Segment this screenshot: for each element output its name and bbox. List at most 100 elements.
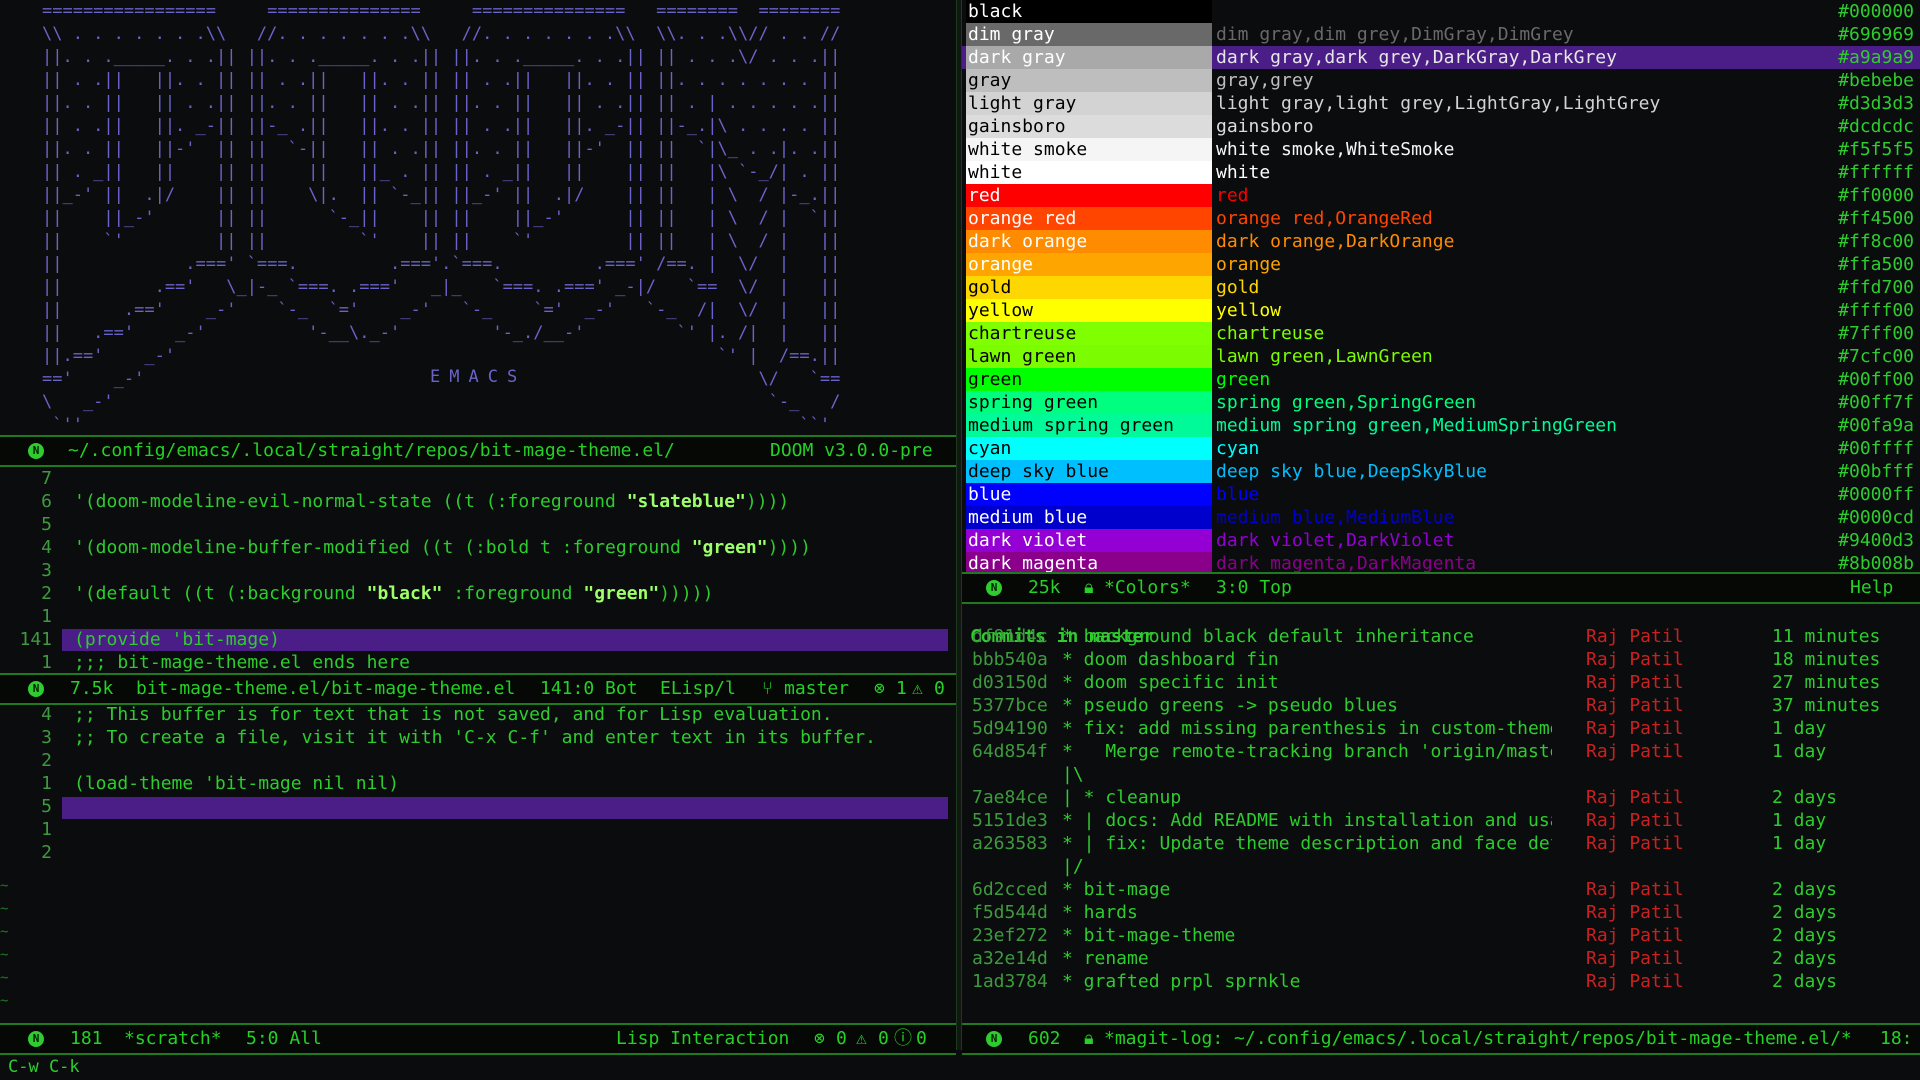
- color-swatch[interactable]: gainsboro: [966, 115, 1212, 138]
- commit-row[interactable]: 7ae84ce | * cleanup Raj Patil 2 days: [962, 786, 1920, 809]
- color-row[interactable]: gold gold #ffd700: [962, 276, 1920, 299]
- color-row[interactable]: yellow yellow #ffff00: [962, 299, 1920, 322]
- color-row[interactable]: cyan cyan #00ffff: [962, 437, 1920, 460]
- modeline-major-mode[interactable]: ELisp/l: [660, 675, 736, 703]
- color-row[interactable]: deep sky blue deep sky blue,DeepSkyBlue #0…: [962, 460, 1920, 483]
- color-row[interactable]: white smoke white smoke,WhiteSmoke #f5f5f5: [962, 138, 1920, 161]
- code-line[interactable]: 5: [0, 513, 956, 536]
- commit-row[interactable]: 64d854f * Merge remote-tracking branch 'o…: [962, 740, 1920, 763]
- magit-modeline[interactable]: N 602 🔒︎ *magit-log: ~/.config/emacs/.lo…: [962, 1023, 1920, 1055]
- commit-row[interactable]: 5d94190 * fix: add missing parenthesis in…: [962, 717, 1920, 740]
- color-row[interactable]: green green #00ff00: [962, 368, 1920, 391]
- code-line[interactable]: 5: [0, 795, 956, 818]
- color-row[interactable]: light gray light gray,light grey,LightGra…: [962, 92, 1920, 115]
- code-line[interactable]: 2 '(default ((t (:background "black" :for…: [0, 582, 956, 605]
- code-line[interactable]: 7: [0, 467, 956, 490]
- modeline-branch[interactable]: master: [784, 675, 849, 703]
- color-swatch[interactable]: red: [966, 184, 1212, 207]
- color-row[interactable]: orange red orange red,OrangeRed #ff4500: [962, 207, 1920, 230]
- color-swatch[interactable]: lawn green: [966, 345, 1212, 368]
- modeline-major-mode[interactable]: Lisp Interaction: [616, 1025, 789, 1053]
- color-swatch[interactable]: yellow: [966, 299, 1212, 322]
- color-swatch[interactable]: green: [966, 368, 1212, 391]
- commit-row[interactable]: df91d4c * background black default inheri…: [962, 625, 1920, 648]
- magit-log-pane[interactable]: Commits in master df91d4c * background bl…: [962, 602, 1920, 1023]
- color-row[interactable]: spring green spring green,SpringGreen #00f…: [962, 391, 1920, 414]
- commit-row[interactable]: bbb540a * doom dashboard fin Raj Patil 18 m…: [962, 648, 1920, 671]
- commit-row[interactable]: 6d2cced * bit-mage Raj Patil 2 days: [962, 878, 1920, 901]
- color-swatch[interactable]: light gray: [966, 92, 1212, 115]
- color-swatch[interactable]: white smoke: [966, 138, 1212, 161]
- color-swatch[interactable]: spring green: [966, 391, 1212, 414]
- color-swatch[interactable]: medium blue: [966, 506, 1212, 529]
- commit-row[interactable]: a32e14d * rename Raj Patil 2 days: [962, 947, 1920, 970]
- scratch-pane[interactable]: 4 ;; This buffer is for text that is not …: [0, 703, 956, 1023]
- color-swatch[interactable]: orange: [966, 253, 1212, 276]
- colors-pane[interactable]: black #000000 dim gray dim gray,dim grey,Di…: [962, 0, 1920, 572]
- color-row[interactable]: dark orange dark orange,DarkOrange #ff8c00: [962, 230, 1920, 253]
- dashboard-modeline[interactable]: N ~/.config/emacs/.local/straight/repos/…: [0, 435, 956, 467]
- modeline-info[interactable]: 0: [916, 1025, 927, 1053]
- code-line[interactable]: 2: [0, 841, 956, 864]
- color-row[interactable]: orange orange #ffa500: [962, 253, 1920, 276]
- code-line[interactable]: 1 ;;; bit-mage-theme.el ends here: [0, 651, 956, 673]
- code-line[interactable]: 1: [0, 605, 956, 628]
- scratch-modeline[interactable]: N 181 *scratch* 5:0 All Lisp Interaction…: [0, 1023, 956, 1055]
- commit-row[interactable]: 1ad3784 * grafted prpl sprnkle Raj Patil 2 …: [962, 970, 1920, 993]
- color-swatch[interactable]: deep sky blue: [966, 460, 1212, 483]
- colors-modeline[interactable]: N 25k 🔒︎ *Colors* 3:0 Top Help: [962, 572, 1920, 604]
- commit-row[interactable]: 5151de3 * | docs: Add README with install…: [962, 809, 1920, 832]
- color-row[interactable]: gray gray,grey #bebebe: [962, 69, 1920, 92]
- color-row[interactable]: dark gray dark gray,dark grey,DarkGray,Da…: [962, 46, 1920, 69]
- color-swatch[interactable]: black: [966, 0, 1212, 23]
- code-line[interactable]: 141 (provide 'bit-mage): [0, 628, 956, 651]
- code-line[interactable]: 2: [0, 749, 956, 772]
- commit-row[interactable]: |/: [962, 855, 1920, 878]
- modeline-errors[interactable]: 1: [896, 675, 907, 703]
- color-row[interactable]: medium blue medium blue,MediumBlue #0000cd: [962, 506, 1920, 529]
- code-line[interactable]: 4 ;; This buffer is for text that is not …: [0, 703, 956, 726]
- code-line[interactable]: 3: [0, 559, 956, 582]
- editor-modeline[interactable]: N 7.5k bit-mage-theme.el/bit-mage-theme.…: [0, 673, 956, 705]
- commit-row[interactable]: 23ef272 * bit-mage-theme Raj Patil 2 days: [962, 924, 1920, 947]
- color-swatch[interactable]: dim gray: [966, 23, 1212, 46]
- color-row[interactable]: blue blue #0000ff: [962, 483, 1920, 506]
- color-swatch[interactable]: white: [966, 161, 1212, 184]
- color-row[interactable]: dark magenta dark magenta,DarkMagenta #8b0…: [962, 552, 1920, 572]
- color-swatch[interactable]: medium spring green: [966, 414, 1212, 437]
- color-row[interactable]: white white #ffffff: [962, 161, 1920, 184]
- color-swatch[interactable]: dark violet: [966, 529, 1212, 552]
- code-line[interactable]: 3 ;; To create a file, visit it with 'C-x…: [0, 726, 956, 749]
- color-swatch[interactable]: gold: [966, 276, 1212, 299]
- commit-row[interactable]: 5377bce * pseudo greens -> pseudo blues Ra…: [962, 694, 1920, 717]
- color-row[interactable]: dim gray dim gray,dim grey,DimGray,DimGre…: [962, 23, 1920, 46]
- commit-row[interactable]: |\: [962, 763, 1920, 786]
- commit-row[interactable]: d03150d * doom specific init Raj Patil 27 m…: [962, 671, 1920, 694]
- modeline-errors[interactable]: 0: [836, 1025, 847, 1053]
- color-row[interactable]: chartreuse chartreuse #7fff00: [962, 322, 1920, 345]
- color-row[interactable]: gainsboro gainsboro #dcdcdc: [962, 115, 1920, 138]
- color-row[interactable]: lawn green lawn green,LawnGreen #7cfc00: [962, 345, 1920, 368]
- modeline-warnings[interactable]: 0: [878, 1025, 889, 1053]
- code-line[interactable]: 4 '(doom-modeline-buffer-modified ((t (:b…: [0, 536, 956, 559]
- code-line[interactable]: 1 (load-theme 'bit-mage nil nil): [0, 772, 956, 795]
- color-swatch[interactable]: orange red: [966, 207, 1212, 230]
- color-swatch[interactable]: blue: [966, 483, 1212, 506]
- code-line[interactable]: 6 '(doom-modeline-evil-normal-state ((t (…: [0, 490, 956, 513]
- color-swatch[interactable]: dark magenta: [966, 552, 1212, 572]
- color-row[interactable]: dark violet dark violet,DarkViolet #9400d3: [962, 529, 1920, 552]
- color-swatch[interactable]: gray: [966, 69, 1212, 92]
- modeline-major-mode[interactable]: Help: [1850, 574, 1893, 602]
- code-line[interactable]: 1: [0, 818, 956, 841]
- commit-row[interactable]: a263583 * | fix: Update theme description…: [962, 832, 1920, 855]
- color-swatch[interactable]: dark gray: [966, 46, 1212, 69]
- commit-row[interactable]: f5d544d * hards Raj Patil 2 days: [962, 901, 1920, 924]
- modeline-warnings[interactable]: 0: [934, 675, 945, 703]
- color-row[interactable]: red red #ff0000: [962, 184, 1920, 207]
- color-swatch[interactable]: chartreuse: [966, 322, 1212, 345]
- color-row[interactable]: medium spring green medium spring green,M…: [962, 414, 1920, 437]
- editor-pane[interactable]: 7 6 '(doom-modeline-evil-normal-state ((t …: [0, 467, 956, 673]
- color-swatch[interactable]: cyan: [966, 437, 1212, 460]
- color-swatch[interactable]: dark orange: [966, 230, 1212, 253]
- color-row[interactable]: black #000000: [962, 0, 1920, 23]
